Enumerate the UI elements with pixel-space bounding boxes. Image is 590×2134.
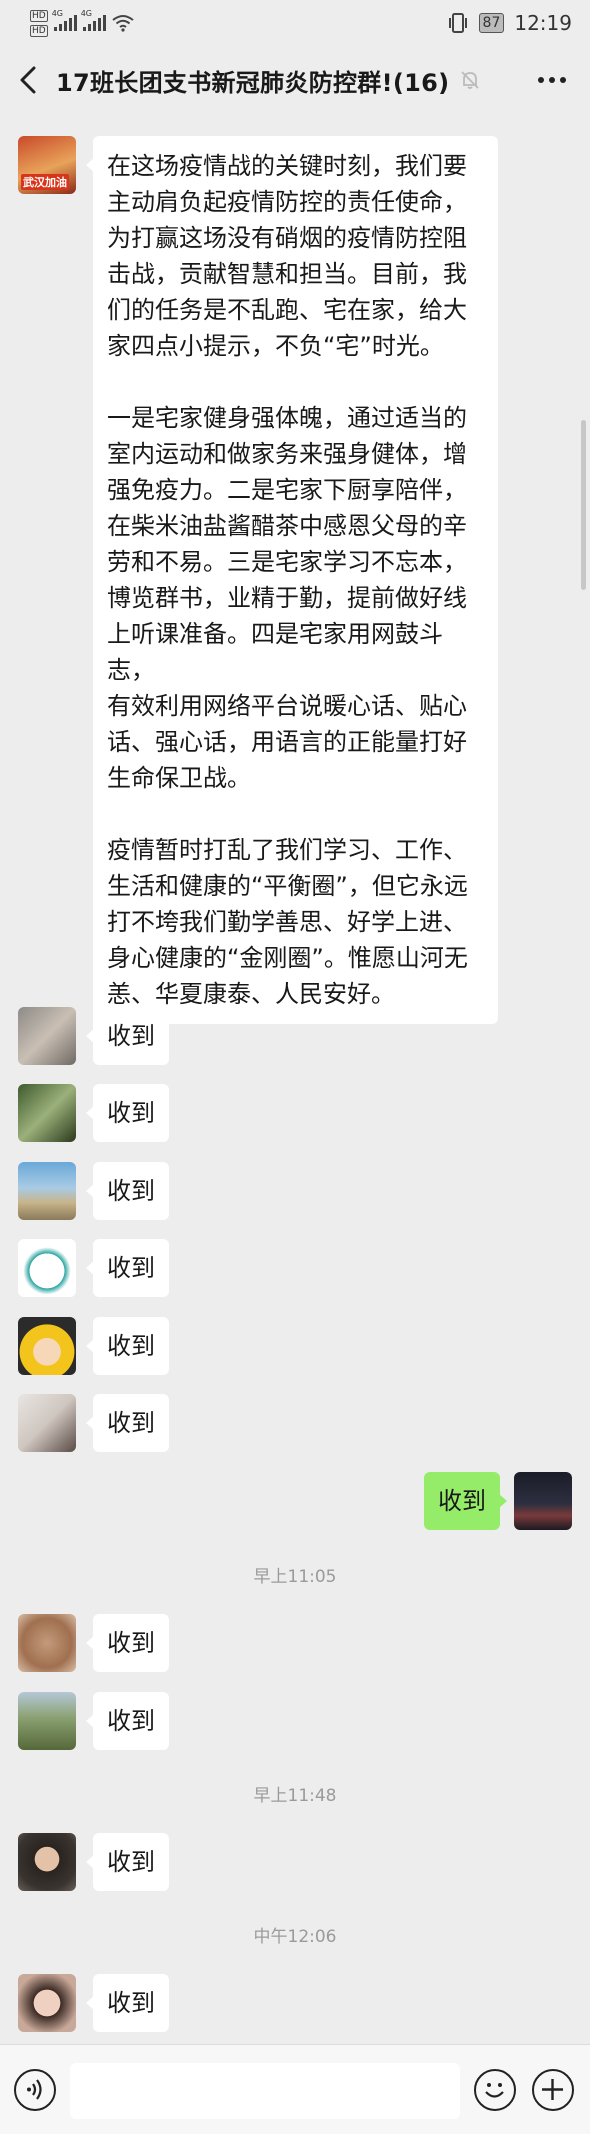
message-bubble[interactable]: 收到 — [86, 1239, 169, 1297]
message-bubble[interactable]: 收到 — [86, 1692, 169, 1750]
avatar[interactable] — [18, 1239, 76, 1297]
message-bubble[interactable]: 在这场疫情战的关键时刻，我们要 主动肩负起疫情防控的责任使命， 为打赢这场没有硝烟的… — [86, 136, 498, 1024]
signal-icon-2: 4G — [81, 9, 106, 31]
wifi-icon — [112, 15, 134, 32]
message-line: 话、强心话，用语言的正能量打好 — [107, 728, 467, 756]
my-message-bubble[interactable]: 收到 — [424, 1472, 507, 1530]
timestamp: 中午12:06 — [253, 1927, 337, 1947]
chat-header: 17班长团支书新冠肺炎防控群!(16) — [0, 46, 590, 114]
message-line: 强免疫力。二是宅家下厨享陪伴， — [107, 476, 467, 504]
message-paragraph-1: 在这场疫情战的关键时刻，我们要 主动肩负起疫情防控的责任使命， 为打赢这场没有硝烟的… — [107, 148, 484, 364]
timestamp: 早上11:48 — [253, 1786, 337, 1806]
mute-bell-icon — [461, 71, 480, 89]
message-bubble[interactable]: 收到 — [86, 1084, 169, 1142]
message-line: 主动肩负起疫情防控的责任使命， — [107, 188, 467, 216]
message-line: 室内运动和做家务来强身健体，增 — [107, 440, 467, 468]
avatar[interactable] — [18, 1317, 76, 1375]
message-line: 生命保卫战。 — [107, 764, 251, 792]
back-button[interactable] — [0, 46, 56, 114]
message-line: 疫情暂时打乱了我们学习、工作、 — [107, 836, 467, 864]
avatar[interactable] — [18, 1162, 76, 1220]
avatar[interactable] — [18, 1614, 76, 1672]
avatar-badge-text: 武汉加油 — [21, 174, 69, 190]
signal-icon-1: 4G — [52, 9, 77, 31]
message-input[interactable] — [70, 2063, 460, 2119]
message-line: 一是宅家健身强体魄，通过适当的 — [107, 404, 467, 432]
battery-indicator: 87 — [478, 13, 505, 33]
avatar[interactable] — [18, 1007, 76, 1065]
message-bubble[interactable]: 收到 — [86, 1317, 169, 1375]
voice-button[interactable] — [14, 2069, 56, 2111]
network-type-1: 4G — [51, 9, 63, 18]
plus-icon — [542, 2079, 563, 2100]
message-bubble[interactable]: 收到 — [86, 1974, 169, 2032]
emoji-button[interactable] — [474, 2069, 516, 2111]
network-type-2: 4G — [80, 9, 92, 18]
message-line: 劳和不易。三是宅家学习不忘本， — [107, 548, 467, 576]
more-options-button[interactable] — [538, 66, 566, 94]
avatar[interactable] — [18, 1974, 76, 2032]
avatar[interactable] — [18, 1833, 76, 1891]
message-line: 家四点小提示，不负“宅”时光。 — [107, 332, 444, 360]
message-bubble[interactable]: 收到 — [86, 1007, 169, 1065]
message-paragraph-3: 疫情暂时打乱了我们学习、工作、 生活和健康的“平衡圈”，但它永远 打不垮我们勤学善思… — [107, 832, 484, 1012]
scrollbar[interactable] — [581, 420, 586, 590]
message-paragraph-2: 一是宅家健身强体魄，通过适当的 室内运动和做家务来强身健体，增 强免疫力。二是宅家下… — [107, 400, 484, 796]
emoji-icon — [485, 2083, 504, 2098]
clock: 12:19 — [514, 11, 572, 35]
message-line: 生活和健康的“平衡圈”，但它永远 — [107, 872, 468, 900]
hd-badge-2: HD — [30, 24, 48, 37]
message-bubble[interactable]: 收到 — [86, 1394, 169, 1452]
add-button[interactable] — [532, 2069, 574, 2111]
message-line: 博览群书，业精于勤，提前做好线 — [107, 584, 467, 612]
status-bar: HD HD 4G 4G 87 12:19 — [0, 0, 590, 46]
message-line: 击战，贡献智慧和担当。目前，我 — [107, 260, 467, 288]
message-line: 在这场疫情战的关键时刻，我们要 — [107, 152, 467, 180]
hd-indicator: HD HD — [30, 9, 48, 37]
voice-icon — [27, 2079, 42, 2100]
my-avatar[interactable] — [514, 1472, 572, 1530]
message-line: 身心健康的“金刚圈”。惟愿山河无 — [107, 944, 468, 972]
message-line: 有效利用网络平台说暖心话、贴心 — [107, 692, 467, 720]
message-line: 在柴米油盐酱醋茶中感恩父母的辛 — [107, 512, 467, 540]
chevron-left-icon — [20, 66, 36, 94]
avatar[interactable]: 武汉加油 — [18, 136, 76, 194]
message-bubble[interactable]: 收到 — [86, 1162, 169, 1220]
message-line: 为打赢这场没有硝烟的疫情防控阻 — [107, 224, 467, 252]
message-line: 上听课准备。四是宅家用网鼓斗志， — [107, 620, 443, 684]
message-line: 们的任务是不乱跑、宅在家，给大 — [107, 296, 467, 324]
chat-title: 17班长团支书新冠肺炎防控群!(16) — [56, 68, 450, 97]
avatar[interactable] — [18, 1084, 76, 1142]
message-bubble[interactable]: 收到 — [86, 1833, 169, 1891]
avatar[interactable] — [18, 1394, 76, 1452]
input-bar — [0, 2044, 590, 2134]
message-line: 打不垮我们勤学善思、好学上进、 — [107, 908, 467, 936]
hd-badge-1: HD — [30, 9, 48, 22]
message-bubble[interactable]: 收到 — [86, 1614, 169, 1672]
timestamp: 早上11:05 — [253, 1567, 337, 1587]
avatar[interactable] — [18, 1692, 76, 1750]
vibrate-icon — [448, 13, 467, 33]
